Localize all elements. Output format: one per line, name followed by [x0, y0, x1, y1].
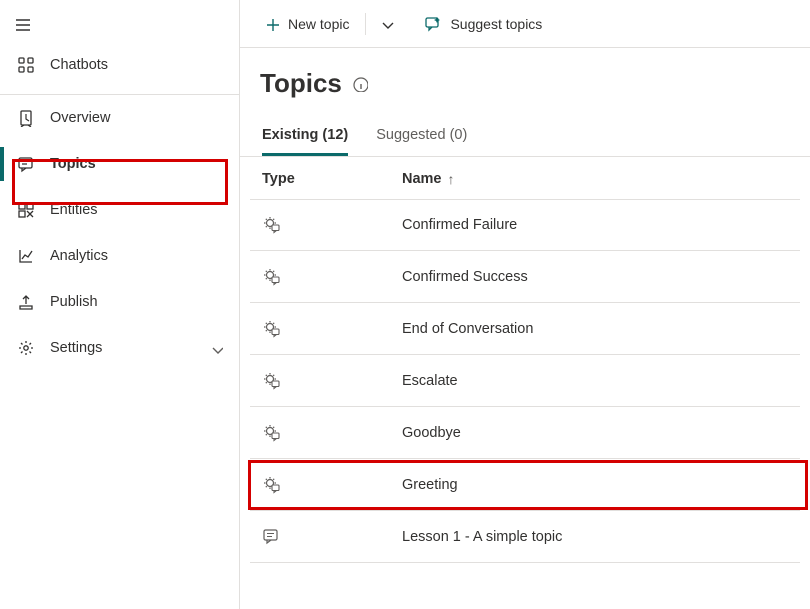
topic-row[interactable]: Confirmed Success: [250, 251, 800, 303]
suggest-icon: [424, 15, 442, 33]
nav-item-overview[interactable]: Overview: [0, 95, 239, 141]
topic-name: Escalate: [402, 373, 458, 389]
topic-row[interactable]: Escalate: [250, 355, 800, 407]
topic-type-icon: [262, 319, 282, 339]
topic-type-icon: [262, 527, 282, 547]
new-topic-button[interactable]: New topic: [254, 6, 359, 42]
nav-item-label: Publish: [50, 294, 98, 310]
publish-icon: [16, 292, 36, 312]
page-title: Topics: [260, 68, 342, 99]
nav-item-label: Analytics: [50, 248, 108, 264]
table-header: Type Name ↑: [240, 157, 810, 199]
topic-name: Lesson 1 - A simple topic: [402, 529, 562, 545]
column-name-label: Name: [402, 171, 442, 187]
topic-type-icon: [262, 475, 282, 495]
topic-name: End of Conversation: [402, 321, 533, 337]
topic-row[interactable]: Greeting: [250, 459, 800, 511]
topic-type-icon: [262, 371, 282, 391]
nav-item-label: Entities: [50, 202, 98, 218]
command-bar: New topic Suggest topics: [240, 0, 810, 48]
suggest-topics-button[interactable]: Suggest topics: [414, 6, 552, 42]
nav-item-publish[interactable]: Publish: [0, 279, 239, 325]
settings-icon: [16, 338, 36, 358]
topics-icon: [16, 154, 36, 174]
tabs: Existing (12) Suggested (0): [240, 109, 810, 157]
new-topic-label: New topic: [288, 16, 349, 32]
hamburger-icon: [14, 16, 225, 34]
nav-item-analytics[interactable]: Analytics: [0, 233, 239, 279]
overview-icon: [16, 108, 36, 128]
topic-row[interactable]: Goodbye: [250, 407, 800, 459]
nav-chatbots-label: Chatbots: [50, 57, 108, 73]
main-content: New topic Suggest topics Topics Existing…: [240, 0, 810, 609]
topic-name: Greeting: [402, 477, 458, 493]
nav-item-settings[interactable]: Settings: [0, 325, 239, 371]
topic-type-icon: [262, 215, 282, 235]
topic-row[interactable]: Confirmed Failure: [250, 199, 800, 251]
topic-type-icon: [262, 267, 282, 287]
topic-name: Goodbye: [402, 425, 461, 441]
info-icon[interactable]: [352, 76, 368, 92]
nav-item-label: Topics: [50, 156, 96, 172]
topic-row[interactable]: End of Conversation: [250, 303, 800, 355]
topic-name: Confirmed Success: [402, 269, 528, 285]
nav-item-label: Settings: [50, 340, 102, 356]
hamburger-button[interactable]: [0, 6, 239, 42]
tab[interactable]: Existing (12): [262, 127, 348, 156]
nav-item-label: Overview: [50, 110, 110, 126]
chevron-down-icon: [379, 16, 395, 32]
nav-item-topics[interactable]: Topics: [0, 141, 239, 187]
grid-icon: [16, 55, 36, 75]
nav-chatbots[interactable]: Chatbots: [0, 42, 239, 88]
chevron-down-icon: [209, 341, 223, 355]
plus-icon: [264, 16, 280, 32]
topic-name: Confirmed Failure: [402, 217, 517, 233]
command-separator: [365, 13, 366, 35]
column-name[interactable]: Name ↑: [402, 171, 455, 187]
sort-ascending-icon: ↑: [448, 171, 455, 187]
topic-type-icon: [262, 423, 282, 443]
analytics-icon: [16, 246, 36, 266]
entities-icon: [16, 200, 36, 220]
sidebar: Chatbots Overview Topics Entities Analytics…: [0, 0, 240, 609]
topics-table-body: Confirmed Failure Confirmed Success End of…: [240, 199, 810, 563]
suggest-topics-label: Suggest topics: [450, 16, 542, 32]
column-type[interactable]: Type: [262, 171, 402, 187]
nav-item-entities[interactable]: Entities: [0, 187, 239, 233]
new-topic-dropdown[interactable]: [372, 6, 402, 42]
topic-row[interactable]: Lesson 1 - A simple topic: [250, 511, 800, 563]
tab[interactable]: Suggested (0): [376, 127, 467, 156]
